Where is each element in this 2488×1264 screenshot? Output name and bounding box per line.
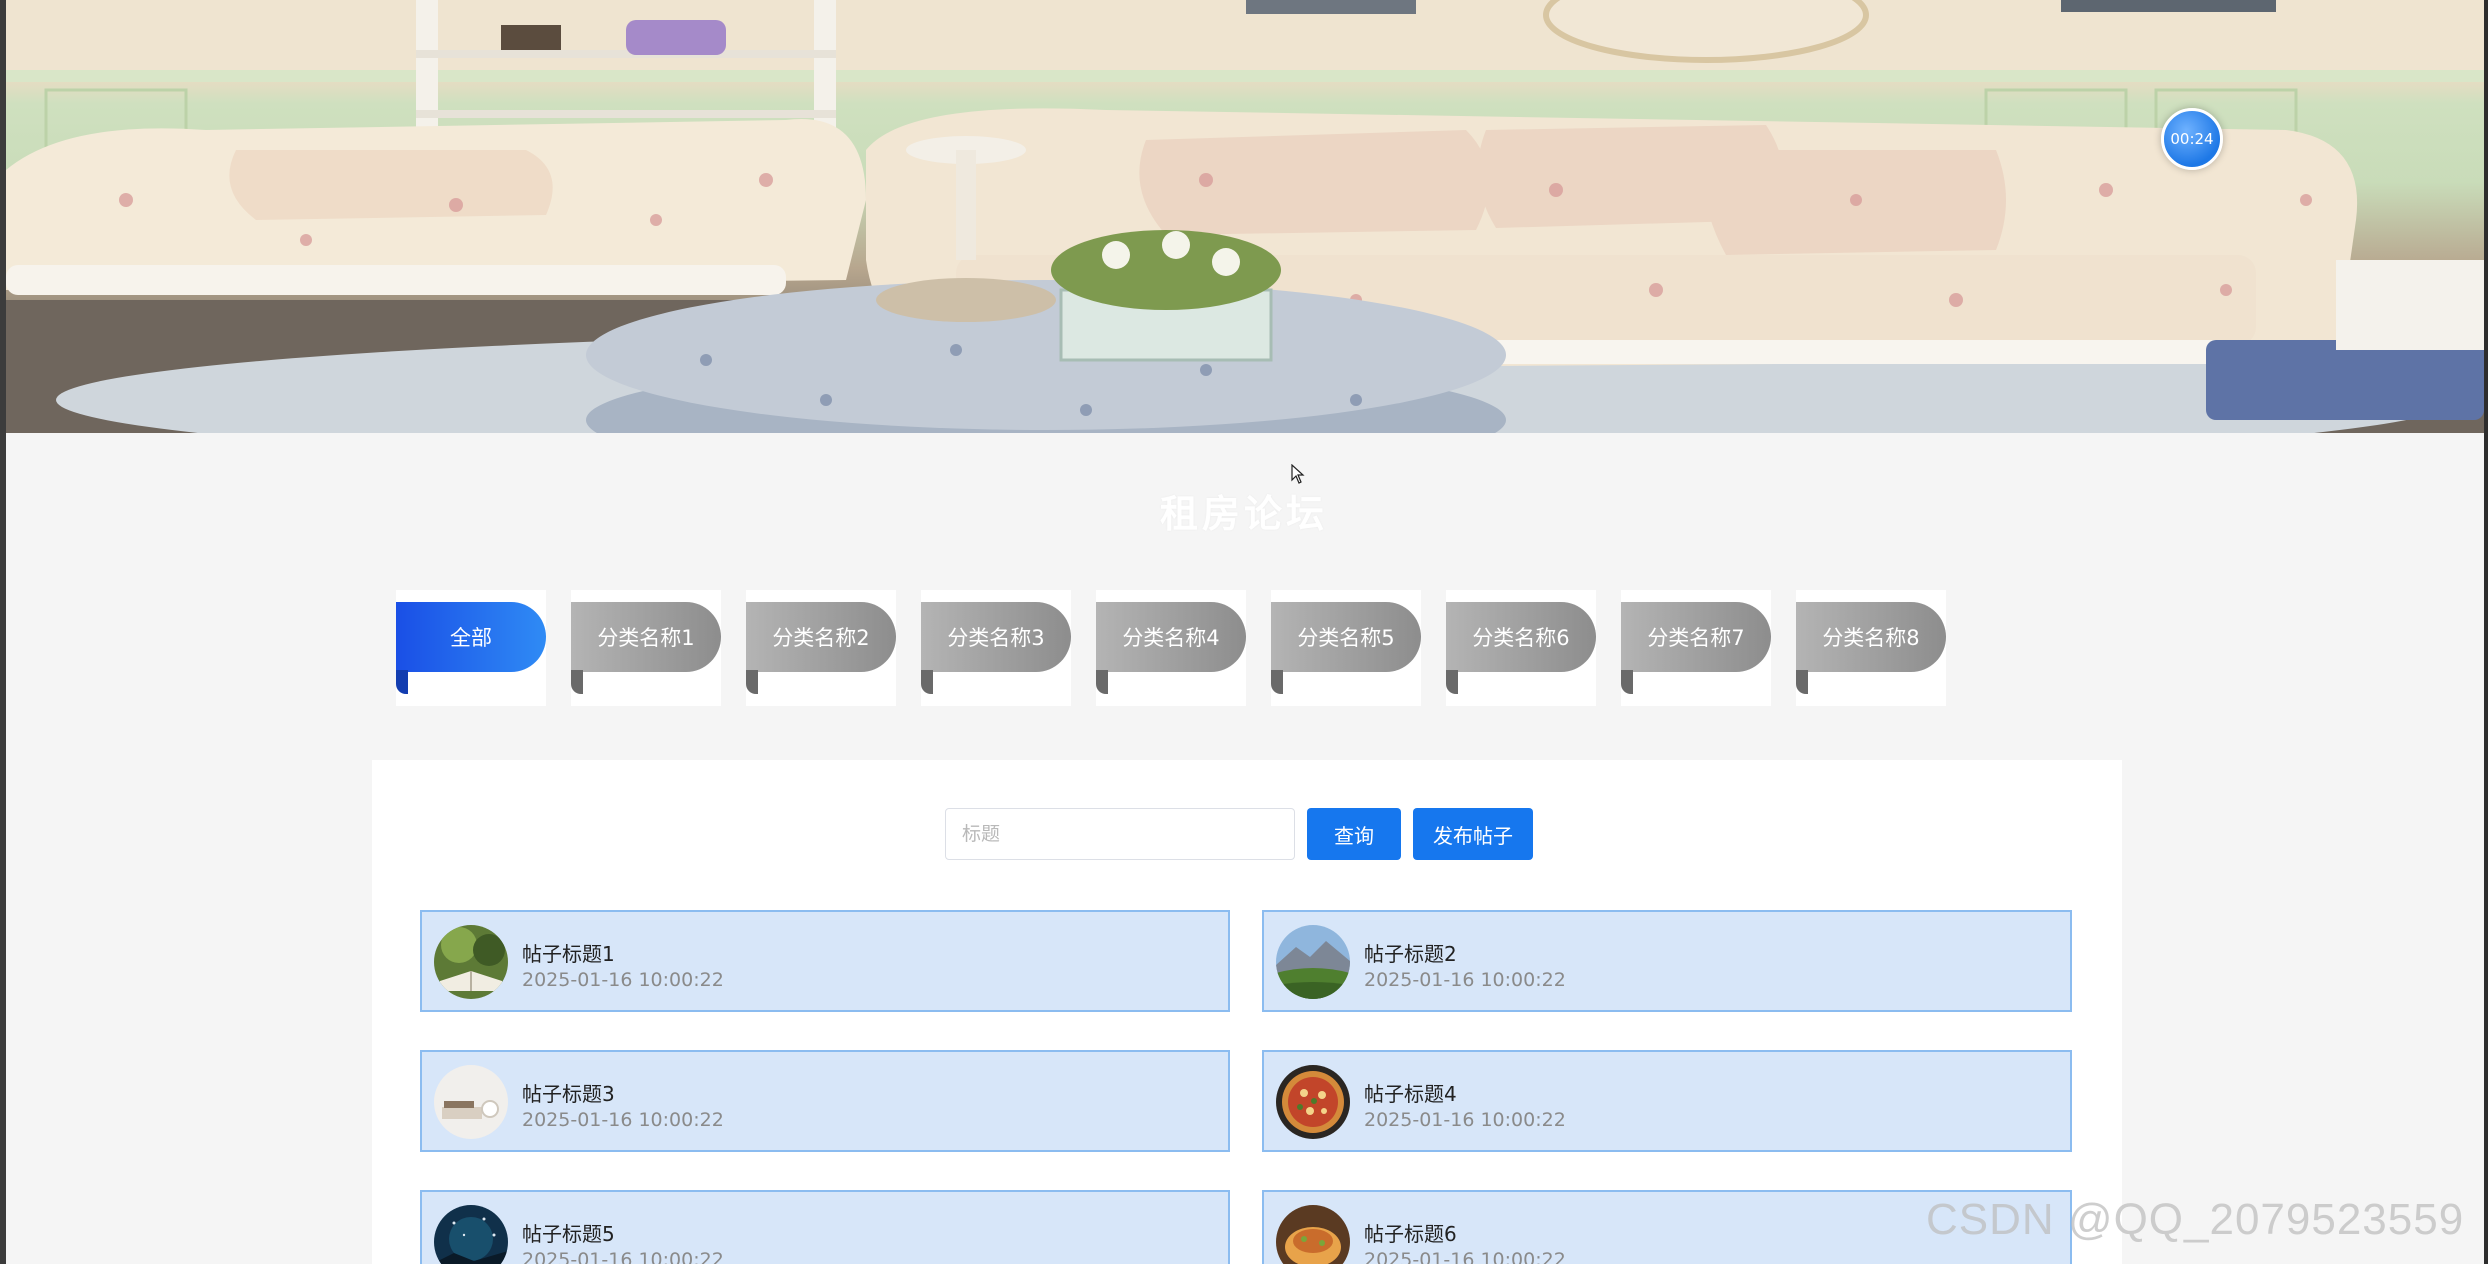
desk-photo-thumbnail (434, 1065, 508, 1139)
tab-label: 分类名称4 (1096, 602, 1246, 672)
tab-category-2[interactable]: 分类名称2 (746, 590, 896, 706)
post-card[interactable]: 帖子标题4 2025-01-16 10:00:22 (1262, 1050, 2072, 1152)
category-tabs: 全部 分类名称1 分类名称2 分类名称3 分类名称4 分类名称5 分类名称6 分… (396, 590, 1946, 706)
post-title: 帖子标题4 (1364, 1082, 1457, 1106)
tab-category-3[interactable]: 分类名称3 (921, 590, 1071, 706)
tab-label: 分类名称7 (1621, 602, 1771, 672)
csdn-watermark: CSDN @QQ_2079523559 (1926, 1195, 2465, 1244)
publish-post-button[interactable]: 发布帖子 (1413, 808, 1533, 860)
tab-ribbon-fold (746, 670, 758, 694)
mouse-cursor-icon (1291, 464, 1305, 484)
tab-category-6[interactable]: 分类名称6 (1446, 590, 1596, 706)
post-card[interactable]: 帖子标题3 2025-01-16 10:00:22 (420, 1050, 1230, 1152)
tab-label: 分类名称5 (1271, 602, 1421, 672)
night-sky-photo-thumbnail (434, 1205, 508, 1264)
food-photo-thumbnail (1276, 1205, 1350, 1264)
post-list: 帖子标题1 2025-01-16 10:00:22 帖子标题2 2025-01-… (420, 910, 2072, 1264)
mountain-photo-thumbnail (1276, 925, 1350, 999)
tab-category-8[interactable]: 分类名称8 (1796, 590, 1946, 706)
tab-category-5[interactable]: 分类名称5 (1271, 590, 1421, 706)
post-title: 帖子标题5 (522, 1222, 615, 1246)
tab-label: 分类名称1 (571, 602, 721, 672)
window-left-edge (0, 0, 6, 1264)
post-card[interactable]: 帖子标题2 2025-01-16 10:00:22 (1262, 910, 2072, 1012)
post-time: 2025-01-16 10:00:22 (522, 1249, 724, 1264)
post-title: 帖子标题1 (522, 942, 615, 966)
page-title: 租房论坛 (1159, 492, 1328, 536)
tab-all[interactable]: 全部 (396, 590, 546, 706)
post-time: 2025-01-16 10:00:22 (1364, 1109, 1566, 1131)
tab-ribbon-fold (571, 670, 583, 694)
tab-category-1[interactable]: 分类名称1 (571, 590, 721, 706)
post-title: 帖子标题2 (1364, 942, 1457, 966)
book-photo-thumbnail (434, 925, 508, 999)
tab-label: 分类名称6 (1446, 602, 1596, 672)
tab-category-7[interactable]: 分类名称7 (1621, 590, 1771, 706)
post-title: 帖子标题6 (1364, 1222, 1457, 1246)
post-time: 2025-01-16 10:00:22 (1364, 969, 1566, 991)
forum-panel: 查询 发布帖子 帖子标题1 2025-01-16 10:00:22 (372, 760, 2122, 1264)
post-title: 帖子标题3 (522, 1082, 615, 1106)
post-time: 2025-01-16 10:00:22 (522, 1109, 724, 1131)
tab-ribbon-fold (921, 670, 933, 694)
hero-banner: 00:24 (6, 0, 2484, 433)
tab-ribbon-fold (1621, 670, 1633, 694)
tab-ribbon-fold (1446, 670, 1458, 694)
post-card[interactable]: 帖子标题1 2025-01-16 10:00:22 (420, 910, 1230, 1012)
search-bar: 查询 发布帖子 (945, 808, 1533, 860)
post-time: 2025-01-16 10:00:22 (522, 969, 724, 991)
post-time: 2025-01-16 10:00:22 (1364, 1249, 1566, 1264)
tab-label: 分类名称2 (746, 602, 896, 672)
query-button[interactable]: 查询 (1307, 808, 1401, 860)
tab-ribbon-fold (1096, 670, 1108, 694)
living-room-photo (6, 0, 2484, 433)
window-right-edge (2484, 0, 2488, 1264)
tab-ribbon-fold (1796, 670, 1808, 694)
tab-label: 分类名称8 (1796, 602, 1946, 672)
tab-ribbon-fold (396, 670, 408, 694)
tab-ribbon-fold (1271, 670, 1283, 694)
pizza-photo-thumbnail (1276, 1065, 1350, 1139)
tab-label: 分类名称3 (921, 602, 1071, 672)
post-card[interactable]: 帖子标题5 2025-01-16 10:00:22 (420, 1190, 1230, 1264)
tab-category-4[interactable]: 分类名称4 (1096, 590, 1246, 706)
tab-label: 全部 (396, 602, 546, 672)
title-search-input[interactable] (945, 808, 1295, 860)
timer-badge[interactable]: 00:24 (2161, 108, 2223, 170)
